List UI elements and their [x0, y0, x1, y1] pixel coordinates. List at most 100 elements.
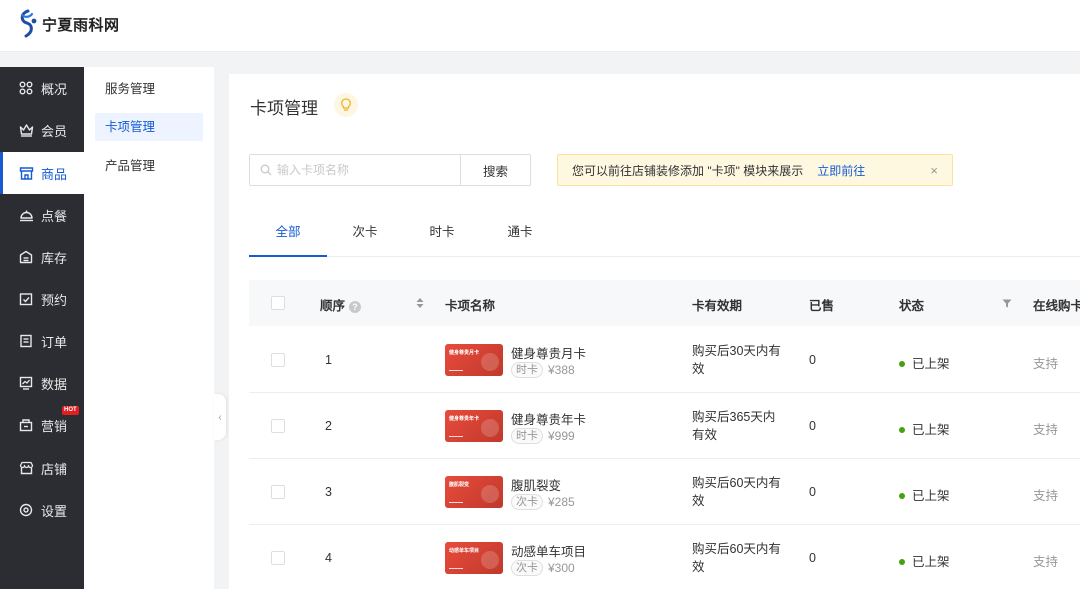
- table-row[interactable]: 3 腹肌裂变 腹肌裂变 次卡 ¥285 购买后60天内有效 0 已上架 支持: [249, 459, 1080, 525]
- column-header-online-purchase: 在线购卡: [1033, 299, 1080, 313]
- primary-sidebar: 概况 会员 商品 点餐 库存 预约 订单 数据 营销 HOT 店铺 设置: [0, 67, 84, 589]
- sidebar-item-label: 店铺: [41, 461, 68, 477]
- table-row[interactable]: 4 动感单车项目 动感单车项目 次卡 ¥300 购买后60天内有效 0 已上架 支…: [249, 525, 1080, 589]
- card-sold-count: 0: [809, 419, 816, 433]
- table-row[interactable]: 1 健身尊贵月卡 健身尊贵月卡 时卡 ¥388 购买后30天内有效 0 已上架 支…: [249, 327, 1080, 393]
- card-name[interactable]: 动感单车项目: [511, 541, 586, 560]
- row-order: 3: [325, 485, 332, 499]
- tab-universal-card[interactable]: 通卡: [497, 212, 543, 257]
- sidebar-item-label: 订单: [41, 334, 68, 350]
- sidebar-item-store[interactable]: 店铺: [0, 447, 84, 489]
- sidebar-item-inventory[interactable]: 库存: [0, 236, 84, 278]
- sidebar-item-label: 设置: [41, 503, 68, 519]
- card-thumbnail-title: 腹肌裂变: [449, 482, 470, 488]
- sidebar-item-marketing[interactable]: 营销 HOT: [0, 404, 84, 446]
- search-input[interactable]: [277, 163, 457, 177]
- card-meta: 时卡 ¥999: [511, 428, 575, 444]
- notice-link[interactable]: 立即前往: [817, 162, 865, 179]
- sort-icon[interactable]: [416, 298, 424, 308]
- chart-icon: [18, 375, 34, 391]
- main-content: 卡项管理 搜索 您可以前往店铺装修添加 "卡项" 模块来展示 立即前往 × 全部…: [229, 74, 1080, 589]
- card-meta: 次卡 ¥300: [511, 560, 575, 576]
- top-bar: 宁夏雨科网: [0, 0, 1080, 52]
- card-sold-count: 0: [809, 353, 816, 367]
- card-price: ¥285: [548, 495, 575, 509]
- subnav-item-card-management[interactable]: 卡项管理: [95, 113, 203, 141]
- select-all-checkbox[interactable]: [271, 296, 285, 310]
- calendar-check-icon: [18, 291, 34, 307]
- card-validity: 购买后365天内有效: [692, 410, 776, 442]
- row-checkbox[interactable]: [271, 485, 285, 499]
- sidebar-item-settings[interactable]: 设置: [0, 489, 84, 531]
- online-purchase-value: 支持: [1033, 423, 1059, 437]
- column-header-sold: 已售: [809, 299, 835, 313]
- sidebar-item-reservation[interactable]: 预约: [0, 278, 84, 320]
- secondary-sidebar: 服务管理 卡项管理 产品管理: [84, 67, 214, 589]
- search-button[interactable]: 搜索: [460, 154, 531, 186]
- column-header-validity: 卡有效期: [692, 299, 743, 313]
- chevron-left-icon: ‹: [218, 411, 222, 423]
- filter-icon[interactable]: [1002, 299, 1012, 308]
- collapse-sidebar-handle[interactable]: ‹: [214, 394, 226, 440]
- status-dot-icon: [899, 493, 905, 499]
- sidebar-item-data[interactable]: 数据: [0, 362, 84, 404]
- brand-name: 宁夏雨科网: [42, 17, 120, 34]
- card-validity: 购买后60天内有效: [692, 542, 781, 574]
- food-cover-icon: [18, 207, 34, 223]
- help-icon[interactable]: ?: [349, 301, 362, 313]
- tab-count-card[interactable]: 次卡: [342, 212, 388, 257]
- column-header-order: 顺序?: [320, 295, 362, 314]
- table-row[interactable]: 2 健身尊贵年卡 健身尊贵年卡 时卡 ¥999 购买后365天内有效 0 已上架 …: [249, 393, 1080, 459]
- row-checkbox[interactable]: [271, 551, 285, 565]
- row-checkbox[interactable]: [271, 419, 285, 433]
- sidebar-item-label: 商品: [41, 166, 68, 182]
- subnav-item-product-management[interactable]: 产品管理: [95, 152, 203, 180]
- status-dot-icon: [899, 559, 905, 565]
- status-dot-icon: [899, 427, 905, 433]
- row-order: 2: [325, 419, 332, 433]
- search-field: [249, 154, 461, 186]
- lightbulb-icon[interactable]: [334, 93, 358, 117]
- card-name[interactable]: 健身尊贵年卡: [511, 409, 586, 428]
- card-name[interactable]: 健身尊贵月卡: [511, 343, 586, 362]
- sidebar-item-label: 数据: [41, 376, 68, 392]
- column-header-status: 状态: [899, 299, 925, 313]
- warehouse-icon: [18, 249, 34, 265]
- card-type-tag: 时卡: [511, 428, 543, 444]
- sidebar-item-label: 点餐: [41, 208, 68, 224]
- tab-time-card[interactable]: 时卡: [419, 212, 465, 257]
- sidebar-item-overview[interactable]: 概况: [0, 67, 84, 109]
- sidebar-item-label: 会员: [41, 123, 68, 139]
- sidebar-item-orders[interactable]: 订单: [0, 320, 84, 362]
- close-icon[interactable]: ×: [930, 163, 938, 178]
- status-badge: 已上架: [899, 419, 950, 438]
- grid-icon: [18, 80, 34, 96]
- hot-badge: HOT: [62, 406, 79, 415]
- online-purchase-value: 支持: [1033, 357, 1059, 371]
- row-order: 1: [325, 353, 332, 367]
- sidebar-item-label: 概况: [41, 81, 68, 97]
- brand-logo[interactable]: 宁夏雨科网: [16, 9, 120, 39]
- sidebar-item-dining[interactable]: 点餐: [0, 194, 84, 236]
- card-name[interactable]: 腹肌裂变: [511, 475, 561, 494]
- card-thumbnail-title: 动感单车项目: [449, 548, 480, 554]
- status-badge: 已上架: [899, 485, 950, 504]
- card-thumbnail: 动感单车项目: [445, 542, 503, 574]
- sidebar-item-products[interactable]: 商品: [0, 152, 84, 194]
- row-checkbox[interactable]: [271, 353, 285, 367]
- card-type-tag: 次卡: [511, 560, 543, 576]
- sidebar-item-label: 营销: [41, 418, 68, 434]
- store-icon: [18, 460, 34, 476]
- card-meta: 时卡 ¥388: [511, 362, 575, 378]
- order-list-icon: [18, 333, 34, 349]
- notice-banner: 您可以前往店铺装修添加 "卡项" 模块来展示 立即前往 ×: [557, 154, 953, 186]
- tab-all[interactable]: 全部: [249, 212, 327, 257]
- logo-mark-icon: [20, 9, 37, 38]
- search-icon: [260, 164, 272, 176]
- status-badge: 已上架: [899, 353, 950, 372]
- sidebar-item-label: 预约: [41, 292, 68, 308]
- marketing-icon: [18, 417, 34, 433]
- sidebar-item-members[interactable]: 会员: [0, 109, 84, 151]
- card-thumbnail-title: 健身尊贵年卡: [449, 416, 480, 422]
- subnav-item-service-management[interactable]: 服务管理: [95, 75, 203, 103]
